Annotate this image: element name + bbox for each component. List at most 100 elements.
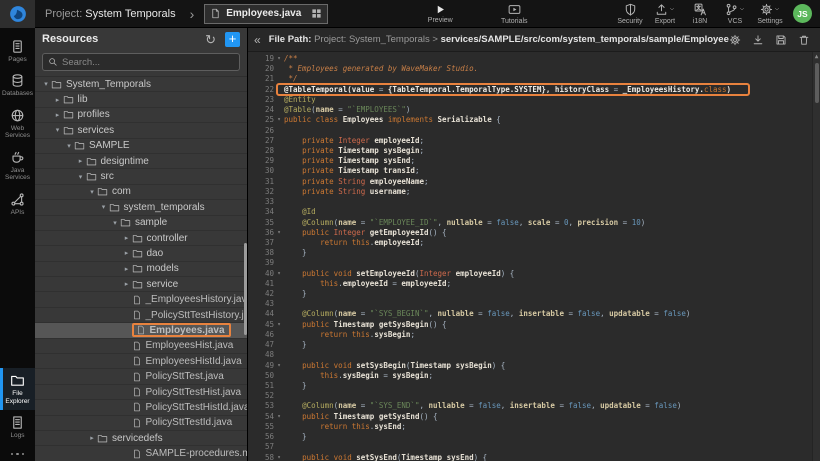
fold-icon[interactable]: ▾	[274, 228, 284, 238]
tree-item-profiles[interactable]: ▸profiles	[35, 108, 247, 123]
fold-icon[interactable]: ▾	[274, 453, 284, 461]
sidebar-item-java-services[interactable]: Java Services	[0, 145, 35, 187]
settings-button[interactable]: Settings	[753, 3, 787, 25]
tree-item-service[interactable]: ▸service	[35, 277, 247, 292]
tree-item-src[interactable]: ▾src	[35, 169, 247, 184]
user-avatar[interactable]: JS	[793, 4, 812, 23]
tree-item-sample[interactable]: ▾sample	[35, 216, 247, 231]
line-number: 53	[248, 401, 274, 411]
tree-item-label: _PolicySttTestHistory.java	[146, 310, 248, 321]
fold-spacer	[274, 197, 284, 207]
fold-icon[interactable]: ▾	[274, 115, 284, 125]
tree-item-sample-procedures-mappings-json[interactable]: SAMPLE-procedures.mappings.json	[35, 446, 247, 461]
fold-icon[interactable]: ▾	[274, 320, 284, 330]
tree-item-com[interactable]: ▾com	[35, 185, 247, 200]
scroll-up-icon[interactable]: ▲	[813, 53, 820, 60]
tree-item--policystttesthistory-java[interactable]: _PolicySttTestHistory.java	[35, 308, 247, 323]
gear-icon	[760, 3, 773, 16]
i18n-button[interactable]: i18N	[683, 3, 717, 25]
chevron-down-icon[interactable]: ▾	[87, 188, 97, 196]
collapse-panel-icon[interactable]: «	[254, 33, 261, 47]
line-number: 50	[248, 371, 274, 381]
grid-view-icon[interactable]	[311, 8, 322, 19]
tree-item-system-temporals[interactable]: ▾System_Temporals	[35, 77, 247, 92]
chevron-right-icon[interactable]: ▸	[53, 96, 63, 104]
chevron-down-icon[interactable]: ▾	[110, 219, 120, 227]
delete-file-icon[interactable]	[798, 34, 810, 46]
logs-icon	[10, 415, 25, 430]
chevron-down-icon[interactable]: ▾	[41, 80, 51, 88]
fold-icon[interactable]: ▾	[274, 412, 284, 422]
code-line-41: 41 this.employeeId = employeeId;	[248, 279, 820, 289]
resources-scrollbar[interactable]	[244, 243, 247, 335]
editor-scrollbar-thumb[interactable]	[815, 63, 819, 103]
tree-item-label: PolicySttTestHistId.java	[146, 402, 248, 413]
tutorials-button[interactable]: Tutorials	[494, 3, 534, 25]
add-resource-button[interactable]: +	[225, 32, 240, 47]
tree-item-models[interactable]: ▸models	[35, 262, 247, 277]
file-settings-icon[interactable]	[729, 34, 741, 46]
chevron-right-icon[interactable]: ▸	[122, 234, 132, 242]
tree-item-employeeshist-java[interactable]: EmployeesHist.java	[35, 339, 247, 354]
more-options-icon[interactable]	[0, 445, 35, 461]
fold-spacer	[274, 146, 284, 156]
tree-item-label: designtime	[101, 156, 149, 167]
chevron-right-icon[interactable]: ▸	[53, 111, 63, 119]
sidebar-item-apis[interactable]: APIs	[0, 187, 35, 221]
tab-employees-java[interactable]: Employees.java	[204, 4, 328, 24]
tree-item-policystttestid-java[interactable]: PolicySttTestId.java	[35, 416, 247, 431]
video-icon	[508, 3, 521, 16]
save-file-icon[interactable]	[775, 34, 787, 46]
tree-item-designtime[interactable]: ▸ designtime	[35, 154, 247, 169]
tree-item-employees-java[interactable]: Employees.java	[35, 323, 247, 338]
export-button[interactable]: Export	[648, 3, 682, 25]
code-text: * Employees generated by WaveMaker Studi…	[284, 64, 478, 74]
refresh-icon[interactable]: ↻	[205, 33, 216, 46]
vcs-button[interactable]: VCS	[718, 3, 752, 25]
tree-item-dao[interactable]: ▸dao	[35, 246, 247, 261]
tree-item-lib[interactable]: ▸lib	[35, 92, 247, 107]
search-input[interactable]	[62, 57, 234, 68]
folder-icon	[132, 233, 143, 244]
chevron-right-icon[interactable]: ▸	[87, 434, 97, 442]
preview-button[interactable]: Preview	[420, 4, 460, 24]
wavemaker-studio-window: Project:System Temporals › Employees.jav…	[0, 0, 820, 461]
project-breadcrumb[interactable]: Project:System Temporals	[45, 8, 176, 20]
tree-item-policystttest-java[interactable]: PolicySttTest.java	[35, 369, 247, 384]
chevron-down-icon[interactable]: ▾	[64, 142, 74, 150]
sidebar-item-web-services[interactable]: Web Services	[0, 103, 35, 145]
tree-item-policystttesthistid-java[interactable]: PolicySttTestHistId.java	[35, 400, 247, 415]
sidebar-item-file-explorer[interactable]: File Explorer	[0, 368, 35, 410]
line-number: 30	[248, 166, 274, 176]
chevron-right-icon[interactable]: ▸	[122, 280, 132, 288]
tree-item--employeeshistory-java[interactable]: _EmployeesHistory.java	[35, 292, 247, 307]
chevron-right-icon[interactable]: ▸	[122, 249, 132, 257]
code-editor[interactable]: 19▾/**20 * Employees generated by WaveMa…	[248, 52, 820, 461]
tree-item-policystttesthist-java[interactable]: PolicySttTestHist.java	[35, 385, 247, 400]
chevron-down-icon[interactable]: ▾	[76, 173, 86, 181]
chevron-down-icon[interactable]: ▾	[99, 203, 109, 211]
fold-icon[interactable]: ▾	[274, 269, 284, 279]
line-number: 40	[248, 269, 274, 279]
tree-item-services[interactable]: ▾services	[35, 123, 247, 138]
download-file-icon[interactable]	[752, 34, 764, 46]
tree-item-servicedefs[interactable]: ▸servicedefs	[35, 431, 247, 446]
fold-icon[interactable]: ▾	[274, 54, 284, 64]
tree-item-controller[interactable]: ▸controller	[35, 231, 247, 246]
fold-icon[interactable]: ▾	[274, 361, 284, 371]
chevron-down-icon[interactable]: ▾	[53, 126, 63, 134]
sidebar-item-pages[interactable]: Pages	[0, 34, 35, 68]
tree-item-system-temporals[interactable]: ▾system_temporals	[35, 200, 247, 215]
chevron-right-icon[interactable]: ▸	[122, 265, 132, 273]
code-line-51: 51 }	[248, 381, 820, 391]
tree-item-employeeshistid-java[interactable]: EmployeesHistId.java	[35, 354, 247, 369]
sidebar-item-logs[interactable]: Logs	[0, 410, 35, 444]
chevron-right-icon[interactable]: ▸	[76, 157, 86, 165]
fold-spacer	[274, 401, 284, 411]
resource-search[interactable]	[42, 53, 240, 71]
editor-scrollbar[interactable]: ▲	[812, 52, 820, 461]
security-button[interactable]: Security	[613, 3, 647, 25]
sidebar-item-databases[interactable]: Databases	[0, 68, 35, 102]
wavemaker-logo[interactable]	[0, 0, 35, 28]
tree-item-sample[interactable]: ▾SAMPLE	[35, 139, 247, 154]
